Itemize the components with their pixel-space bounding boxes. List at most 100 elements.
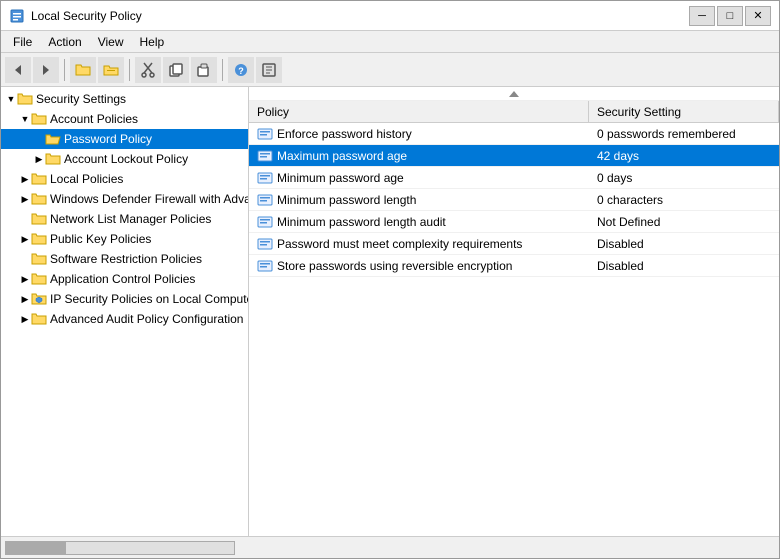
policy-icon xyxy=(257,127,273,141)
list-row-selected[interactable]: Maximum password age 42 days xyxy=(249,145,779,167)
folder-button[interactable] xyxy=(70,57,96,83)
setting-cell: Disabled xyxy=(589,259,779,273)
toolbar-sep-3 xyxy=(222,59,223,81)
tree-item-local-policies[interactable]: ▶ Local Policies xyxy=(1,169,248,189)
policy-cell: Minimum password age xyxy=(249,171,589,185)
expand-arrow: ▼ xyxy=(19,113,31,125)
tree-label-network-list: Network List Manager Policies xyxy=(50,212,211,226)
scrollbar-thumb[interactable] xyxy=(6,542,66,554)
tree-label-software-restriction: Software Restriction Policies xyxy=(50,252,202,266)
expand-arrow: ▶ xyxy=(19,193,31,205)
col-header-setting[interactable]: Security Setting xyxy=(589,101,779,122)
tree-item-account-policies[interactable]: ▼ Account Policies xyxy=(1,109,248,129)
policy-name: Maximum password age xyxy=(277,149,407,163)
tree-item-software-restriction[interactable]: ▶ Software Restriction Policies xyxy=(1,249,248,269)
folder-icon xyxy=(31,172,47,186)
setting-cell: Not Defined xyxy=(589,215,779,229)
menu-action[interactable]: Action xyxy=(40,33,89,51)
app-icon xyxy=(9,8,25,24)
folder-icon xyxy=(45,152,61,166)
tree-item-application-control[interactable]: ▶ Application Control Policies xyxy=(1,269,248,289)
tree-label-account-policies: Account Policies xyxy=(50,112,138,126)
policy-name: Minimum password length xyxy=(277,193,416,207)
tree-item-ip-security[interactable]: ▶ IP Security Policies on Local Compute.… xyxy=(1,289,248,309)
expand-arrow: ▼ xyxy=(5,93,17,105)
policy-name: Password must meet complexity requiremen… xyxy=(277,237,522,251)
main-window: Local Security Policy ─ □ ✕ File Action … xyxy=(0,0,780,559)
folder2-button[interactable] xyxy=(98,57,124,83)
list-row[interactable]: Minimum password length audit Not Define… xyxy=(249,211,779,233)
folder-icon xyxy=(31,112,47,126)
window-title: Local Security Policy xyxy=(31,9,689,23)
svg-text:?: ? xyxy=(238,66,244,76)
minimize-button[interactable]: ─ xyxy=(689,6,715,26)
tree-label-public-key: Public Key Policies xyxy=(50,232,151,246)
tree-item-security-settings[interactable]: ▼ Security Settings xyxy=(1,89,248,109)
folder-icon xyxy=(31,212,47,226)
expand-arrow: ▶ xyxy=(19,313,31,325)
scroll-up-indicator xyxy=(508,90,520,98)
close-button[interactable]: ✕ xyxy=(745,6,771,26)
list-row[interactable]: Enforce password history 0 passwords rem… xyxy=(249,123,779,145)
window-controls: ─ □ ✕ xyxy=(689,6,771,26)
back-button[interactable] xyxy=(5,57,31,83)
setting-cell: Disabled xyxy=(589,237,779,251)
expand-arrow: ▶ xyxy=(19,293,31,305)
tree-item-public-key[interactable]: ▶ Public Key Policies xyxy=(1,229,248,249)
policy-cell: Maximum password age xyxy=(249,149,589,163)
tree-label-local-policies: Local Policies xyxy=(50,172,123,186)
list-panel: Policy Security Setting xyxy=(249,87,779,536)
policy-icon xyxy=(257,171,273,185)
list-header: Policy Security Setting xyxy=(249,101,779,123)
copy-button[interactable] xyxy=(163,57,189,83)
policy-cell: Store passwords using reversible encrypt… xyxy=(249,259,589,273)
expand-arrow: ▶ xyxy=(19,273,31,285)
expand-arrow: ▶ xyxy=(33,153,45,165)
policy-icon xyxy=(257,237,273,251)
tree-panel: ▼ Security Settings ▼ Account Policies xyxy=(1,87,249,536)
status-bar xyxy=(1,536,779,558)
menu-help[interactable]: Help xyxy=(132,33,173,51)
col-header-policy[interactable]: Policy xyxy=(249,101,589,122)
folder-icon xyxy=(31,272,47,286)
horizontal-scrollbar[interactable] xyxy=(5,541,235,555)
cut-button[interactable] xyxy=(135,57,161,83)
folder-icon xyxy=(31,192,47,206)
list-row[interactable]: Password must meet complexity requiremen… xyxy=(249,233,779,255)
list-row[interactable]: Minimum password age 0 days xyxy=(249,167,779,189)
setting-cell: 0 days xyxy=(589,171,779,185)
tree-item-password-policy[interactable]: ▶ Password Policy xyxy=(1,129,248,149)
tree-item-windows-firewall[interactable]: ▶ Windows Defender Firewall with Adva... xyxy=(1,189,248,209)
list-body: Enforce password history 0 passwords rem… xyxy=(249,123,779,536)
help-button[interactable]: ? xyxy=(228,57,254,83)
menu-file[interactable]: File xyxy=(5,33,40,51)
setting-cell: 42 days xyxy=(589,149,779,163)
policy-cell: Minimum password length xyxy=(249,193,589,207)
tree-item-network-list[interactable]: ▶ Network List Manager Policies xyxy=(1,209,248,229)
folder-icon xyxy=(31,252,47,266)
tree-item-account-lockout[interactable]: ▶ Account Lockout Policy xyxy=(1,149,248,169)
maximize-button[interactable]: □ xyxy=(717,6,743,26)
paste-button[interactable] xyxy=(191,57,217,83)
setting-cell: 0 characters xyxy=(589,193,779,207)
tree-item-advanced-audit[interactable]: ▶ Advanced Audit Policy Configuration xyxy=(1,309,248,329)
menu-view[interactable]: View xyxy=(90,33,132,51)
tree-label-application-control: Application Control Policies xyxy=(50,272,195,286)
forward-button[interactable] xyxy=(33,57,59,83)
list-row[interactable]: Minimum password length 0 characters xyxy=(249,189,779,211)
tree-label-windows-firewall: Windows Defender Firewall with Adva... xyxy=(50,192,249,206)
tree-label-password-policy: Password Policy xyxy=(64,132,152,146)
folder-icon xyxy=(31,312,47,326)
policy-name: Store passwords using reversible encrypt… xyxy=(277,259,512,273)
list-row[interactable]: Store passwords using reversible encrypt… xyxy=(249,255,779,277)
folder-open-icon xyxy=(45,132,61,146)
toolbar: ? xyxy=(1,53,779,87)
tree-label-ip-security: IP Security Policies on Local Compute... xyxy=(50,292,249,306)
expand-arrow: ▶ xyxy=(19,233,31,245)
export-button[interactable] xyxy=(256,57,282,83)
folder-icon xyxy=(17,92,33,106)
policy-icon xyxy=(257,149,273,163)
folder-shield-icon xyxy=(31,292,47,306)
policy-cell: Password must meet complexity requiremen… xyxy=(249,237,589,251)
folder-icon xyxy=(31,232,47,246)
